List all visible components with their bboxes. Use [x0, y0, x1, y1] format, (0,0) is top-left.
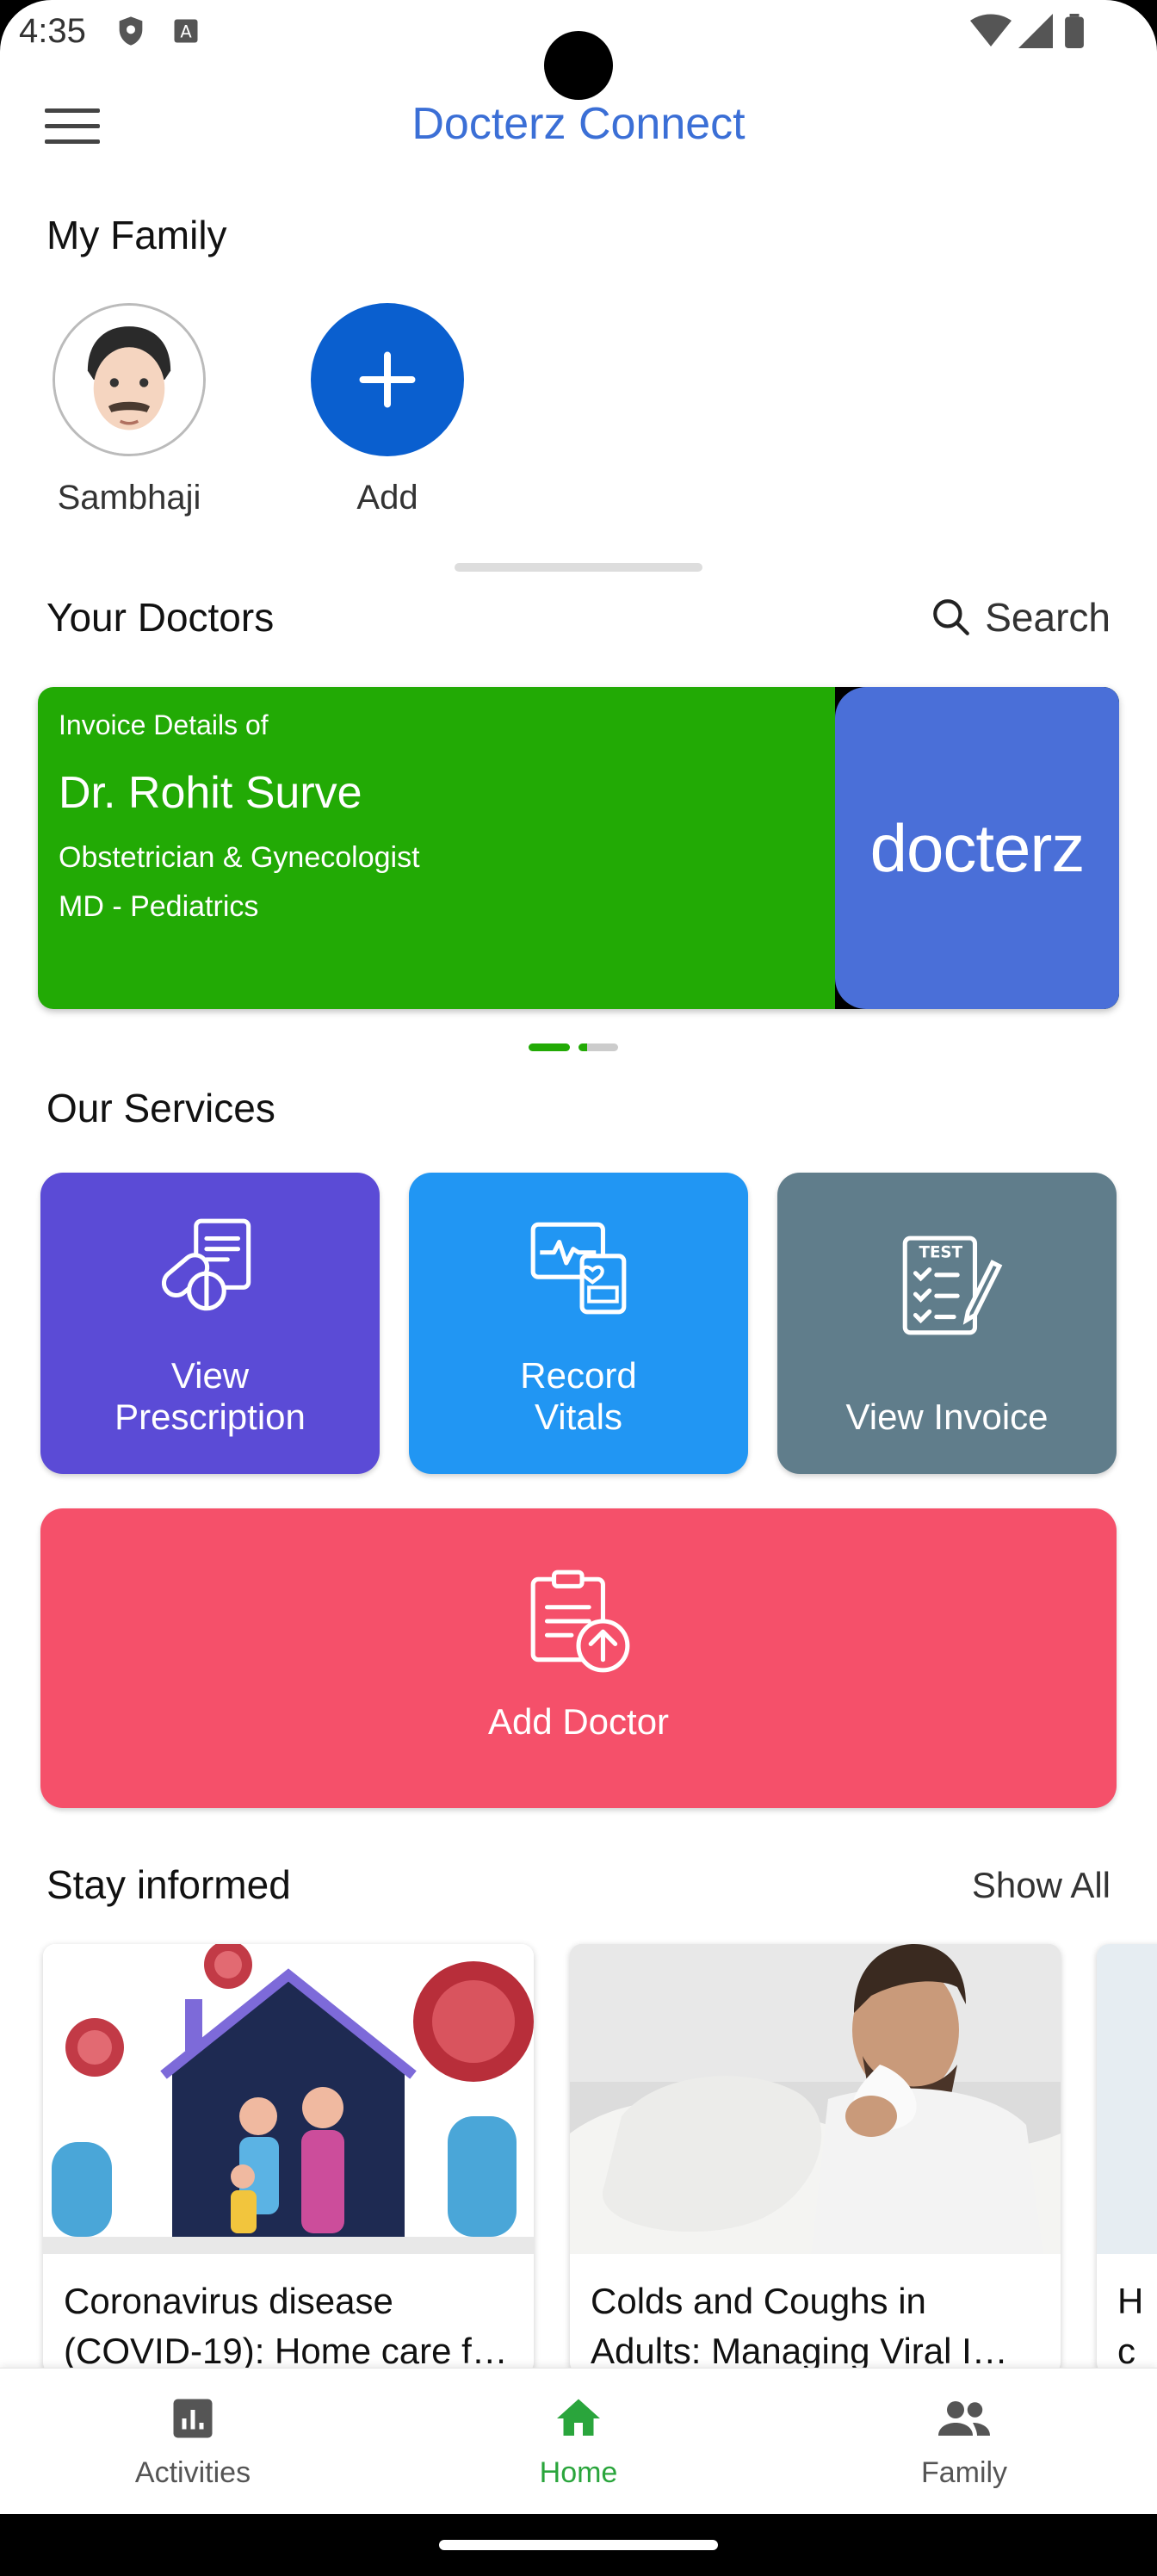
app-bar: Docterz Connect [0, 86, 1157, 172]
nav-family[interactable]: Family [835, 2393, 1093, 2490]
bottom-navigation: Activities Home Family [0, 2368, 1157, 2514]
carousel-dot[interactable] [578, 1043, 618, 1051]
nav-home-label: Home [539, 2456, 618, 2489]
docterz-logo: docterz [835, 687, 1119, 1009]
test-checklist-icon: TEST [902, 1235, 1003, 1335]
a-box-icon: A [174, 19, 198, 43]
view-prescription-label: View Prescription [114, 1355, 306, 1437]
your-doctors-title: Your Doctors [46, 595, 275, 640]
docterz-logo-text: docterz [835, 687, 1119, 1009]
add-member-avatar [311, 303, 464, 456]
article-image [1097, 1944, 1157, 2254]
home-icon [557, 2399, 600, 2436]
article-card[interactable]: Coronavirus disease (COVID-19): Home car… [43, 1944, 534, 2375]
home-gesture-pill[interactable] [439, 2540, 718, 2550]
our-services-title: Our Services [46, 1086, 275, 1130]
prescription-pills-icon [161, 1218, 251, 1311]
app-screen: 4:35 A Docterz Connect My Family Sambhaj… [0, 0, 1157, 2576]
clipboard-upload-icon [530, 1570, 630, 1673]
search-button[interactable]: Search [930, 594, 1111, 641]
doctor-degree: MD - Pediatrics [59, 890, 259, 923]
search-label: Search [985, 595, 1111, 640]
view-invoice-label: View Invoice [845, 1396, 1049, 1437]
people-icon [938, 2401, 990, 2436]
nav-activities-label: Activities [134, 2456, 251, 2489]
drag-handle[interactable] [455, 563, 702, 572]
status-time: 4:35 [19, 12, 86, 50]
add-doctor-label: Add Doctor [487, 1701, 670, 1742]
svg-text:TEST: TEST [919, 1243, 963, 1261]
nav-family-label: Family [920, 2456, 1008, 2489]
doctor-card[interactable]: Invoice Details of Dr. Rohit Surve Obste… [38, 687, 1119, 1009]
stay-informed-title: Stay informed [46, 1862, 291, 1907]
signal-icon [1018, 14, 1053, 48]
wifi-icon [970, 14, 1012, 46]
covid-home-illustration [43, 1944, 534, 2254]
view-prescription-button[interactable]: View Prescription [40, 1173, 380, 1474]
my-family-title: My Family [46, 213, 227, 257]
bar-chart-icon [173, 2399, 213, 2438]
view-invoice-button[interactable]: TEST View Invoice [777, 1173, 1117, 1474]
plus-icon [359, 351, 416, 408]
nav-home[interactable]: Home [449, 2393, 708, 2490]
battery-icon [1065, 14, 1084, 48]
article-card[interactable]: Colds and Coughs in Adults: Managing Vir… [570, 1944, 1061, 2375]
carousel-dot-active[interactable] [529, 1043, 570, 1051]
family-member-sambhaji[interactable]: Sambhaji [52, 303, 207, 517]
article-card[interactable]: H c [1097, 1944, 1157, 2375]
article-title-line1: Colds and Coughs in [591, 2281, 926, 2321]
app-title: Docterz Connect [411, 99, 746, 149]
doctor-speciality: Obstetrician & Gynecologist [59, 841, 420, 874]
article-title-line1: Coronavirus disease [64, 2281, 393, 2321]
show-all-link[interactable]: Show All [972, 1865, 1111, 1906]
doctor-card-subtitle: Invoice Details of [59, 709, 269, 740]
man-with-cold-photo [570, 1944, 1061, 2254]
svg-text:A: A [180, 22, 192, 42]
article-title-line1: H [1117, 2281, 1144, 2321]
doctor-name: Dr. Rohit Surve [59, 768, 362, 818]
add-family-button[interactable]: Add [310, 303, 465, 517]
record-vitals-label: Record Vitals [520, 1355, 637, 1437]
man-face-avatar [53, 303, 206, 456]
add-member-label: Add [356, 479, 418, 517]
add-doctor-button[interactable]: Add Doctor [40, 1508, 1117, 1808]
family-member-name: Sambhaji [57, 479, 201, 517]
heart-monitor-icon [530, 1222, 627, 1315]
carousel-indicator [529, 1043, 618, 1051]
record-vitals-button[interactable]: Record Vitals [409, 1173, 748, 1474]
search-icon [933, 599, 970, 635]
shield-icon [119, 16, 143, 46]
nav-activities[interactable]: Activities [64, 2393, 322, 2490]
